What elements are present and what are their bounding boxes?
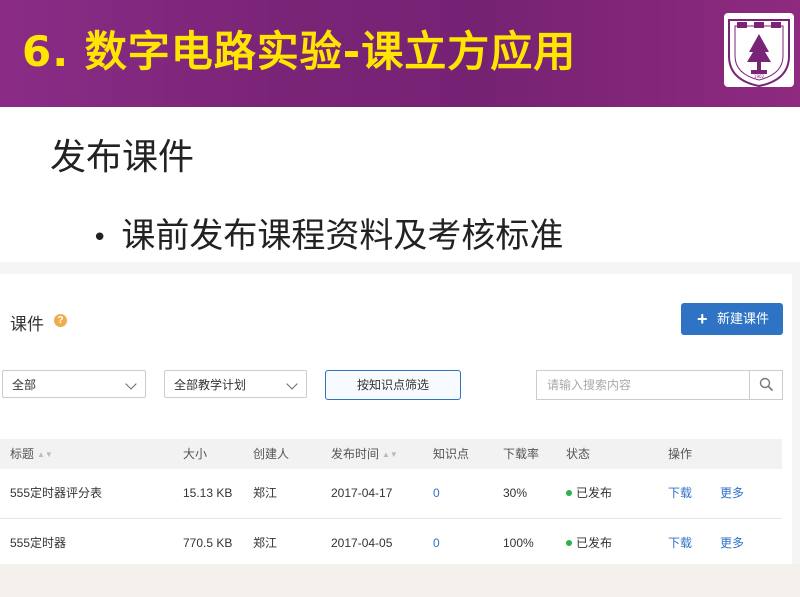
col-creator: 创建人 [253, 447, 290, 461]
help-icon[interactable]: ? [54, 314, 67, 327]
row-rate: 30% [503, 486, 528, 500]
app-screenshot: 课件 ? + 新建课件 全部 全部教学计划 按知识点筛选 标题▲▼ [0, 262, 800, 597]
row-date: 2017-04-17 [331, 486, 393, 500]
col-size: 大小 [183, 447, 208, 461]
more-link[interactable]: 更多 [720, 519, 744, 568]
row-title[interactable]: 555定时器 [10, 519, 66, 568]
bullet-text: 课前发布课程资料及考核标准 [121, 216, 564, 256]
search-input[interactable] [537, 371, 749, 399]
sort-icon[interactable]: ▲▼ [37, 440, 53, 470]
download-link[interactable]: 下载 [668, 519, 692, 568]
slide-header: 6. 数字电路实验-课立方应用 1902 [0, 0, 800, 107]
row-creator: 郑江 [253, 536, 278, 550]
table-row: 555定时器评分表 15.13 KB 郑江 2017-04-17 0 30% 已… [0, 469, 782, 519]
table-row: 555定时器 770.5 KB 郑江 2017-04-05 0 100% 已发布… [0, 519, 782, 569]
scope-select[interactable]: 全部 [2, 370, 146, 398]
col-rate: 下载率 [503, 447, 540, 461]
row-size: 770.5 KB [183, 536, 233, 550]
row-rate: 100% [503, 536, 534, 550]
slide-bullet: • 课前发布课程资料及考核标准 [92, 208, 563, 257]
slide-title: 6. 数字电路实验-课立方应用 [22, 27, 577, 76]
knowledge-filter-button[interactable]: 按知识点筛选 [325, 370, 461, 400]
sort-icon[interactable]: ▲▼ [382, 440, 398, 470]
col-date[interactable]: 发布时间 ▲▼ [331, 439, 398, 470]
status-dot-icon [566, 489, 572, 496]
search-box [536, 370, 783, 400]
col-title[interactable]: 标题 ▲▼ [10, 439, 53, 470]
plan-select[interactable]: 全部教学计划 [164, 370, 307, 398]
row-title[interactable]: 555定时器评分表 [10, 469, 102, 518]
col-status: 状态 [566, 447, 591, 461]
row-size: 15.13 KB [183, 486, 233, 500]
status-dot-icon [566, 539, 572, 546]
more-link[interactable]: 更多 [720, 469, 744, 518]
slide-heading: 发布课件 [50, 137, 195, 178]
row-knowledge[interactable]: 0 [433, 519, 440, 568]
svg-text:1902: 1902 [754, 74, 765, 79]
new-courseware-label: 新建课件 [717, 311, 770, 326]
col-actions: 操作 [668, 447, 693, 461]
chevron-down-icon [286, 378, 298, 390]
scope-select-value: 全部 [12, 378, 37, 392]
new-courseware-button[interactable]: + 新建课件 [681, 303, 783, 335]
table-header: 标题 ▲▼ 大小 创建人 发布时间 ▲▼ 知识点 下载率 状态 操作 [0, 439, 782, 469]
nanjing-university-logo: 1902 [724, 13, 794, 88]
slide-bottom-strip [0, 564, 800, 597]
row-creator: 郑江 [253, 486, 278, 500]
search-button[interactable] [749, 371, 783, 399]
status-badge: 已发布 [566, 519, 612, 568]
search-icon [759, 377, 774, 392]
courseware-panel: 课件 ? + 新建课件 全部 全部教学计划 按知识点筛选 标题▲▼ [0, 274, 792, 590]
plus-icon: + [697, 309, 708, 329]
col-knowledge: 知识点 [433, 447, 470, 461]
row-knowledge[interactable]: 0 [433, 469, 440, 518]
status-badge: 已发布 [566, 469, 612, 518]
plan-select-value: 全部教学计划 [174, 378, 247, 392]
row-date: 2017-04-05 [331, 536, 393, 550]
chevron-down-icon [125, 378, 137, 390]
download-link[interactable]: 下载 [668, 469, 692, 518]
bullet-dot: • [92, 222, 108, 253]
page-title: 课件 [10, 315, 44, 334]
